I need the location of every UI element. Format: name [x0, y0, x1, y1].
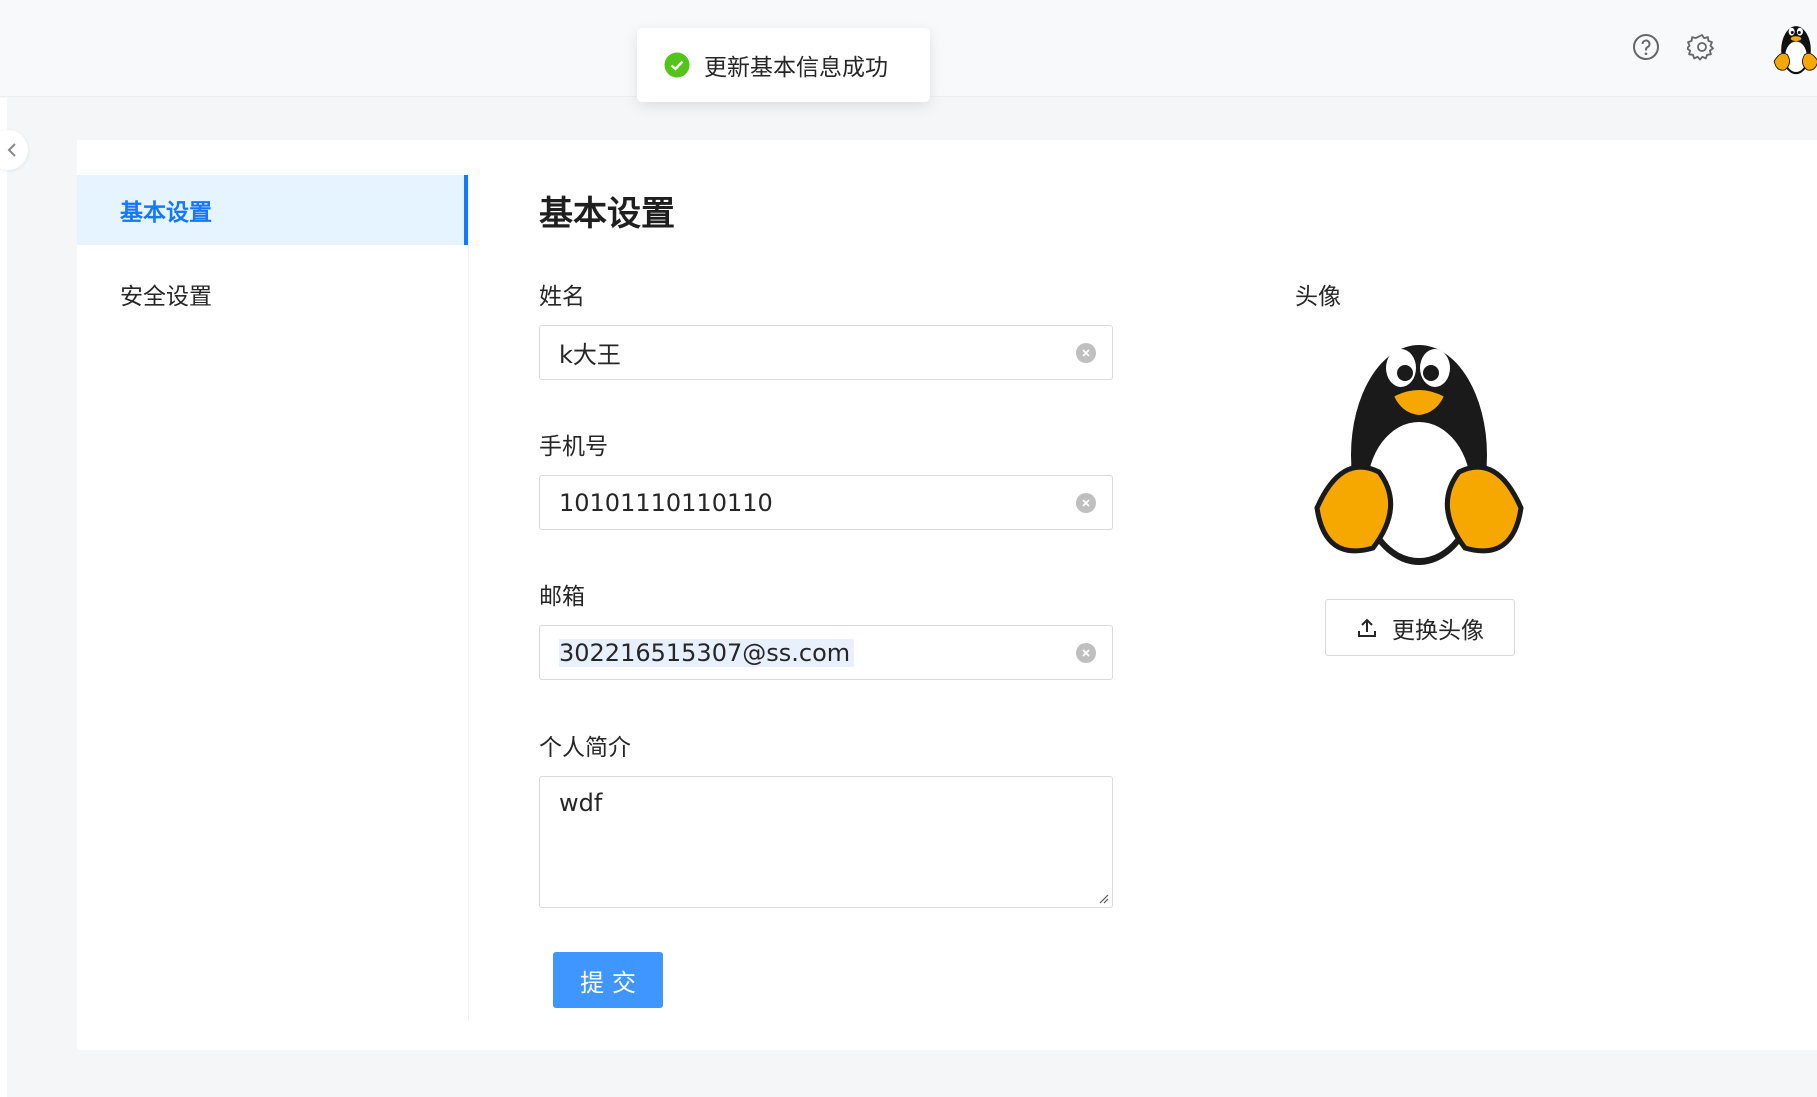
help-button[interactable]	[1629, 30, 1663, 64]
email-selected-text: 302216515307@ss.com	[559, 638, 855, 667]
phone-field[interactable]: 10101110110110	[539, 475, 1113, 530]
clear-icon[interactable]	[1076, 642, 1096, 663]
bio-label: 个人简介	[539, 735, 631, 761]
change-avatar-label: 更换头像	[1392, 617, 1484, 644]
toast-message: 更新基本信息成功	[704, 55, 888, 81]
left-strip	[0, 98, 7, 1097]
page-title: 基本设置	[539, 194, 675, 234]
clear-icon[interactable]	[1076, 342, 1096, 363]
upload-icon	[1358, 618, 1376, 637]
phone-label: 手机号	[539, 434, 608, 460]
menu-item-label: 基本设置	[120, 200, 212, 226]
chevron-left-icon	[7, 143, 16, 157]
change-avatar-button[interactable]: 更换头像	[1325, 599, 1515, 656]
submit-button[interactable]: 提交	[553, 952, 663, 1008]
menu-item-label: 安全设置	[120, 284, 212, 310]
penguin-avatar-icon[interactable]	[1772, 20, 1817, 76]
gear-icon	[1687, 34, 1714, 61]
name-value: k大王	[559, 341, 621, 369]
email-label: 邮箱	[539, 584, 585, 610]
penguin-avatar-icon	[1314, 345, 1524, 565]
bio-textarea[interactable]: wdf	[539, 776, 1113, 908]
phone-value: 10101110110110	[559, 488, 773, 517]
name-field[interactable]: k大王	[539, 325, 1113, 380]
menu-item-basic-settings[interactable]: 基本设置	[77, 175, 468, 245]
collapse-sidebar-button[interactable]	[0, 130, 28, 170]
settings-panel: 基本设置 安全设置 基本设置 姓名 k大王 手机号 10101110110110…	[77, 140, 1817, 1050]
email-field[interactable]: 302216515307@ss.com	[539, 625, 1113, 680]
check-circle-icon	[664, 52, 690, 78]
resize-handle-icon[interactable]	[1097, 892, 1109, 904]
email-value: 302216515307@ss.com	[559, 638, 1076, 667]
bio-value: wdf	[559, 789, 603, 817]
clear-icon[interactable]	[1076, 492, 1096, 513]
name-label: 姓名	[539, 284, 585, 310]
settings-button[interactable]	[1685, 30, 1719, 64]
menu-item-security-settings[interactable]: 安全设置	[77, 259, 468, 329]
avatar-label: 头像	[1295, 284, 1341, 310]
question-circle-icon	[1633, 34, 1659, 60]
settings-menu: 基本设置 安全设置	[77, 175, 469, 1020]
success-toast: 更新基本信息成功	[637, 28, 930, 102]
